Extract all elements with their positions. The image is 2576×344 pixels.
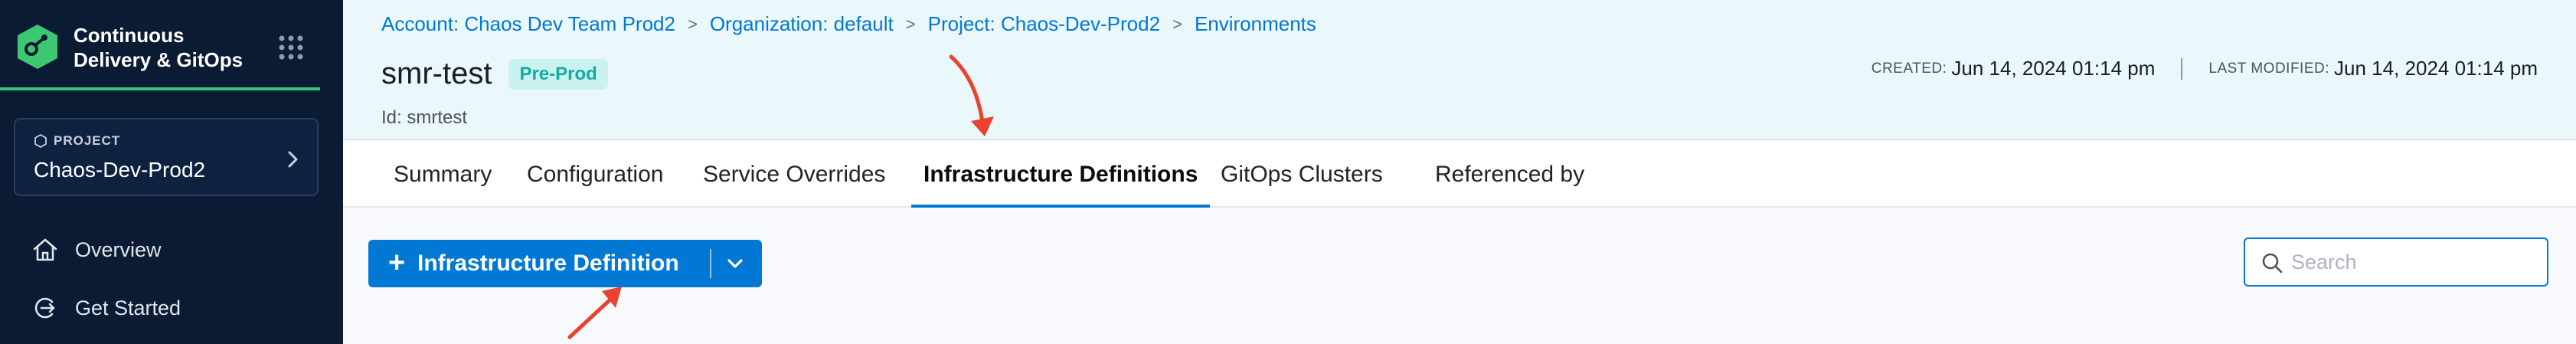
sidebar-item-get-started[interactable]: Get Started (31, 293, 181, 323)
tab-bar: Summary Configuration Service Overrides … (343, 142, 2576, 208)
tab-gitops-clusters[interactable]: GitOps Clusters (1208, 142, 1395, 208)
project-icon (34, 134, 47, 148)
search-box[interactable] (2244, 238, 2548, 287)
meta-divider (2181, 57, 2183, 80)
annotation-arrow-icon (567, 287, 622, 339)
breadcrumb-project[interactable]: Project: Chaos-Dev-Prod2 (928, 12, 1160, 36)
get-started-icon (34, 297, 55, 319)
project-label: PROJECT (34, 133, 120, 149)
annotation-arrow-icon (949, 54, 994, 136)
created-label: CREATED: (1871, 60, 1947, 77)
project-selector[interactable]: PROJECT Chaos-Dev-Prod2 (14, 118, 319, 196)
project-label-text: PROJECT (54, 133, 121, 148)
breadcrumb-organization[interactable]: Organization: default (710, 12, 894, 36)
environment-type-badge: Pre-Prod (508, 58, 608, 90)
sidebar-item-overview[interactable]: Overview (31, 235, 162, 264)
module-header[interactable]: Continuous Delivery & GitOps (0, 0, 320, 90)
environment-id: Id: smrtest (381, 107, 468, 128)
breadcrumb: Account: Chaos Dev Team Prod2 > Organiza… (381, 12, 1316, 36)
title-row: smr-test Pre-Prod (381, 57, 608, 91)
chevron-right-icon (288, 151, 298, 168)
add-infrastructure-definition-button[interactable]: + Infrastructure Definition (368, 240, 762, 287)
module-title: Continuous Delivery & GitOps (74, 23, 243, 72)
sidebar: Continuous Delivery & GitOps PROJECT Cha… (0, 0, 343, 344)
breadcrumb-separator: > (1172, 14, 1182, 34)
breadcrumb-account[interactable]: Account: Chaos Dev Team Prod2 (381, 12, 675, 36)
breadcrumb-environments[interactable]: Environments (1195, 12, 1316, 36)
modified-label: LAST MODIFIED: (2208, 60, 2330, 77)
cd-module-logo-icon (18, 25, 57, 69)
created-value: Jun 14, 2024 01:14 pm (1951, 57, 2156, 80)
tab-summary[interactable]: Summary (381, 142, 504, 208)
breadcrumb-separator: > (687, 14, 698, 34)
sidebar-item-label: Get Started (75, 296, 181, 319)
page-title: smr-test (381, 57, 492, 90)
breadcrumb-separator: > (905, 14, 916, 34)
button-divider (710, 249, 711, 278)
tab-configuration[interactable]: Configuration (515, 142, 675, 208)
page-header: Account: Chaos Dev Team Prod2 > Organiza… (343, 0, 2576, 140)
plus-icon: + (388, 247, 406, 279)
tab-referenced-by[interactable]: Referenced by (1423, 142, 1597, 208)
chevron-down-icon[interactable] (725, 254, 745, 274)
module-title-line2: Delivery & GitOps (74, 48, 244, 71)
timestamps: CREATED: Jun 14, 2024 01:14 pm LAST MODI… (1872, 57, 2538, 80)
search-icon (2262, 253, 2283, 274)
search-input[interactable] (2291, 247, 2536, 277)
modified-value: Jun 14, 2024 01:14 pm (2334, 57, 2538, 80)
module-switcher-grid-icon[interactable] (277, 34, 305, 61)
tab-infrastructure-definitions[interactable]: Infrastructure Definitions (911, 142, 1211, 208)
module-title-line1: Continuous (74, 24, 185, 47)
project-name: Chaos-Dev-Prod2 (34, 158, 206, 182)
sidebar-item-label: Overview (75, 238, 162, 261)
tab-service-overrides[interactable]: Service Overrides (691, 142, 897, 208)
add-button-label: Infrastructure Definition (417, 251, 679, 276)
home-icon (33, 238, 57, 261)
